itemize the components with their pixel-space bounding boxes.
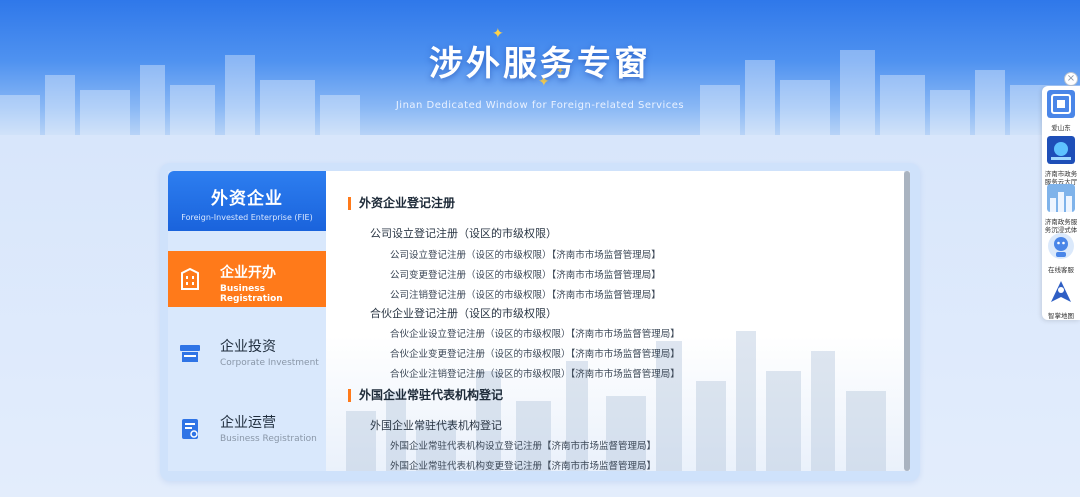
sidebar-header: 外资企业 Foreign-Invested Enterprise (FIE) xyxy=(168,171,326,231)
floatbar-item-aishandong[interactable]: 爱山东 xyxy=(1042,90,1080,132)
sidebar-header-title: 外资企业 xyxy=(211,189,283,209)
sidebar-item-label: 企业开办 xyxy=(220,265,276,281)
floatbar-close-button[interactable]: × xyxy=(1064,72,1078,86)
content-area: 外资企业登记注册 公司设立登记注册（设区的市级权限） 公司设立登记注册（设区的市… xyxy=(326,171,910,471)
right-float-toolbar: 爱山东 济南市政务服务云大厅 济南政务服务沉浸式体验馆 在线客服 xyxy=(1042,86,1080,320)
category-sidebar: 外资企业 Foreign-Invested Enterprise (FIE) 企… xyxy=(168,171,326,471)
group-title: 合伙企业登记注册（设区的市级权限） xyxy=(370,307,557,320)
sidebar-item-label: 企业投资 xyxy=(220,339,276,355)
customer-service-icon xyxy=(1048,233,1074,259)
floatbar-item-label: 在线客服 xyxy=(1048,266,1074,274)
group-title: 公司设立登记注册（设区的市级权限） xyxy=(370,227,557,240)
shop-icon xyxy=(180,345,200,362)
banner-title: 涉外服务专窗 xyxy=(429,44,651,84)
sidebar-item-business-operation[interactable]: 企业运营 Business Registration xyxy=(168,401,326,457)
immersive-hall-icon xyxy=(1047,184,1075,212)
group-title: 外国企业常驻代表机构登记 xyxy=(370,419,502,432)
page-banner: ✦ ✦ ✦ 涉外服务专窗 Jinan Dedicated Window for … xyxy=(0,0,1080,135)
content-scrollbar[interactable] xyxy=(904,171,910,471)
floatbar-item-smart-map[interactable]: 智掌地图 xyxy=(1042,278,1080,320)
floatbar-item-online-service[interactable]: 在线客服 xyxy=(1042,232,1080,274)
floatbar-item-label: 智掌地图 xyxy=(1048,312,1074,320)
section-title: 外国企业常驻代表机构登记 xyxy=(348,389,503,402)
sidebar-item-business-registration[interactable]: 企业开办 Business Registration xyxy=(168,251,326,307)
scrollbar-thumb[interactable] xyxy=(904,171,910,471)
section-title: 外资企业登记注册 xyxy=(348,197,455,210)
floatbar-item-label: 爱山东 xyxy=(1051,124,1071,132)
service-link[interactable]: 公司变更登记注册（设区的市级权限）【济南市市场监督管理局】 xyxy=(390,267,661,281)
service-link[interactable]: 公司设立登记注册（设区的市级权限）【济南市市场监督管理局】 xyxy=(390,247,661,261)
service-link[interactable]: 外国企业常驻代表机构设立登记注册【济南市市场监督管理局】 xyxy=(390,438,656,452)
service-link[interactable]: 外国企业常驻代表机构变更登记注册【济南市市场监督管理局】 xyxy=(390,458,656,471)
sidebar-header-subtitle: Foreign-Invested Enterprise (FIE) xyxy=(181,213,313,222)
sidebar-item-sublabel: Corporate Investment xyxy=(220,358,319,368)
service-panel: 外资企业 Foreign-Invested Enterprise (FIE) 企… xyxy=(160,163,920,481)
sidebar-item-sublabel: Business Registration xyxy=(220,284,283,304)
document-icon xyxy=(182,419,198,439)
sidebar-item-corporate-investment[interactable]: 企业投资 Corporate Investment xyxy=(168,325,326,381)
banner-subtitle: Jinan Dedicated Window for Foreign-relat… xyxy=(395,100,685,111)
service-link[interactable]: 合伙企业注销登记注册（设区的市级权限）【济南市市场监督管理局】 xyxy=(390,366,680,380)
floatbar-item-cloud-hall[interactable]: 济南市政务服务云大厅 xyxy=(1042,136,1080,186)
service-link[interactable]: 合伙企业变更登记注册（设区的市级权限）【济南市市场监督管理局】 xyxy=(390,346,680,360)
aishandong-logo-icon xyxy=(1047,90,1075,118)
service-link[interactable]: 合伙企业设立登记注册（设区的市级权限）【济南市市场监督管理局】 xyxy=(390,326,680,340)
sidebar-item-sublabel: Business Registration xyxy=(220,434,317,444)
building-icon xyxy=(181,267,199,290)
sidebar-item-label: 企业运营 xyxy=(220,415,276,431)
service-link[interactable]: 公司注销登记注册（设区的市级权限）【济南市市场监督管理局】 xyxy=(390,287,661,301)
map-icon xyxy=(1051,281,1071,302)
cloud-hall-icon xyxy=(1047,136,1075,164)
